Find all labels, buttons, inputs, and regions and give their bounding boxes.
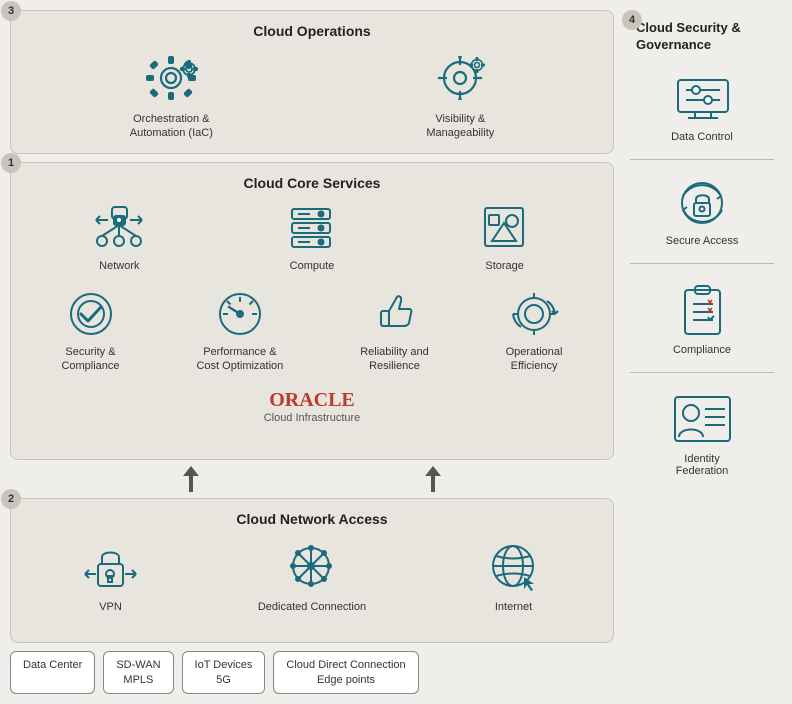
- dedicated-label: Dedicated Connection: [258, 600, 366, 614]
- data-control-label: Data Control: [671, 131, 733, 143]
- storage-label: Storage: [485, 259, 524, 273]
- badge-1: 1: [1, 153, 21, 173]
- reliability-icon: [369, 289, 419, 339]
- divider-2: [630, 263, 774, 264]
- cloud-core-row2: Security & Compliance: [23, 289, 601, 374]
- arrow-left: [181, 464, 201, 494]
- cloud-ops-icons: Orchestration & Automation (IaC): [23, 51, 601, 141]
- arrows-container: [10, 464, 614, 494]
- performance-icon: [215, 289, 265, 339]
- visibility-item: Visibility & Manageability: [426, 51, 494, 141]
- right-panel: 4 Cloud Security & Governance Data Contr…: [622, 10, 782, 694]
- bottom-tags: Data Center SD-WAN MPLS IoT Devices 5G C…: [10, 651, 614, 694]
- cloud-core-box: 1 Cloud Core Services: [10, 162, 614, 461]
- reliability-label: Reliability and Resilience: [360, 345, 428, 374]
- network-label: Network: [99, 259, 139, 273]
- compute-icon: [284, 203, 339, 253]
- cloud-network-box: 2 Cloud Network Access: [10, 498, 614, 643]
- compliance-label: Compliance: [673, 344, 731, 356]
- badge-2: 2: [1, 489, 21, 509]
- tag-sdwan: SD-WAN MPLS: [103, 651, 173, 694]
- cloud-network-title: Cloud Network Access: [23, 511, 601, 527]
- compute-label: Compute: [290, 259, 335, 273]
- identity-federation-item: Identity Federation: [622, 381, 782, 485]
- visibility-icon: [430, 51, 490, 106]
- cloud-ops-box: 3 Cloud Operations: [10, 10, 614, 154]
- dedicated-item: Dedicated Connection: [258, 539, 366, 614]
- performance-label: Performance & Cost Optimization: [196, 345, 283, 374]
- internet-icon: [486, 539, 541, 594]
- security-label: Security & Compliance: [61, 345, 119, 374]
- left-panel: 3 Cloud Operations: [10, 10, 614, 694]
- data-control-icon: [670, 72, 735, 127]
- orchestration-label: Orchestration & Automation (IaC): [130, 112, 213, 141]
- badge-4: 4: [622, 10, 642, 30]
- identity-federation-icon: [667, 389, 737, 449]
- main-container: 3 Cloud Operations: [0, 0, 792, 704]
- visibility-label: Visibility & Manageability: [426, 112, 494, 141]
- cloud-network-icons: VPN: [23, 539, 601, 614]
- badge-3: 3: [1, 1, 21, 21]
- tag-datacenter: Data Center: [10, 651, 95, 694]
- operational-label: Operational Efficiency: [506, 345, 563, 374]
- arrow-right: [423, 464, 443, 494]
- tag-cloud-direct: Cloud Direct Connection Edge points: [273, 651, 418, 694]
- cloud-ops-title: Cloud Operations: [23, 23, 601, 39]
- network-icon: [92, 203, 147, 253]
- right-panel-title: Cloud Security & Governance: [636, 20, 782, 54]
- orchestration-item: Orchestration & Automation (IaC): [130, 51, 213, 141]
- performance-item: Performance & Cost Optimization: [196, 289, 283, 374]
- secure-access-item: Secure Access: [622, 168, 782, 255]
- operational-icon: [509, 289, 559, 339]
- network-item: Network: [92, 203, 147, 273]
- divider-1: [630, 159, 774, 160]
- vpn-icon: [83, 539, 138, 594]
- compliance-item: Compliance: [622, 272, 782, 364]
- tag-iot: IoT Devices 5G: [182, 651, 266, 694]
- cloud-core-row1: Network: [23, 203, 601, 273]
- oracle-text: ORACLE: [23, 389, 601, 412]
- storage-icon: [477, 203, 532, 253]
- secure-access-icon: [675, 176, 730, 231]
- security-icon: [66, 289, 116, 339]
- internet-label: Internet: [495, 600, 532, 614]
- security-item: Security & Compliance: [61, 289, 119, 374]
- vpn-label: VPN: [99, 600, 122, 614]
- storage-item: Storage: [477, 203, 532, 273]
- cloud-core-title: Cloud Core Services: [23, 175, 601, 191]
- internet-item: Internet: [486, 539, 541, 614]
- data-control-item: Data Control: [622, 64, 782, 151]
- compliance-icon: [675, 280, 730, 340]
- oracle-section: ORACLE Cloud Infrastructure: [23, 389, 601, 424]
- secure-access-label: Secure Access: [666, 235, 739, 247]
- oracle-sub: Cloud Infrastructure: [23, 412, 601, 424]
- orchestration-icon: [141, 51, 201, 106]
- vpn-item: VPN: [83, 539, 138, 614]
- dedicated-icon: [279, 539, 344, 594]
- identity-federation-label: Identity Federation: [676, 453, 729, 477]
- compute-item: Compute: [284, 203, 339, 273]
- reliability-item: Reliability and Resilience: [360, 289, 428, 374]
- divider-3: [630, 372, 774, 373]
- operational-item: Operational Efficiency: [506, 289, 563, 374]
